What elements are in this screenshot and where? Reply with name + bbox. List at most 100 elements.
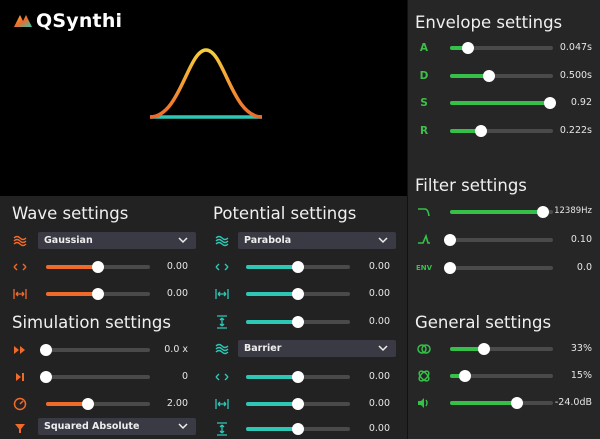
slider-fill <box>246 265 298 269</box>
wave-visualizer: QSynthi <box>0 0 407 196</box>
slider-thumb[interactable] <box>461 42 474 54</box>
slider-thumb[interactable] <box>92 261 104 273</box>
slider-thumb[interactable] <box>292 371 304 383</box>
potential1-type-value: Parabola <box>244 235 292 246</box>
potential2-height-slider[interactable] <box>246 423 350 435</box>
fast-forward-icon <box>12 342 28 358</box>
release-slider[interactable] <box>450 125 553 137</box>
potential2-type-value: Barrier <box>244 343 282 354</box>
slider-thumb[interactable] <box>459 370 472 382</box>
filter-cutoff-value: 12389Hz <box>554 206 592 216</box>
height-icon <box>214 314 230 330</box>
chevron-down-icon <box>178 237 188 244</box>
slider-thumb[interactable] <box>483 70 496 82</box>
slider-fill <box>450 210 543 214</box>
slider-thumb[interactable] <box>40 371 52 383</box>
attack-slider[interactable] <box>450 42 553 54</box>
slider-thumb[interactable] <box>474 125 487 137</box>
filter-cutoff-slider[interactable] <box>450 206 553 218</box>
release-label: R <box>419 125 429 137</box>
slider-fill <box>246 320 298 324</box>
position-icon <box>12 259 28 275</box>
bottom-settings-panel: Wave settings Gaussian 0.00 0.00 Simulat… <box>0 196 407 439</box>
spread-icon <box>416 368 432 384</box>
potential-type-icon <box>214 341 230 357</box>
envelope-settings-title: Envelope settings <box>415 13 563 32</box>
voices-slider[interactable] <box>450 343 553 355</box>
potential1-position-value: 0.00 <box>368 261 390 272</box>
wave-peak <box>149 48 263 119</box>
slider-fill <box>246 427 298 431</box>
wave-type-icon <box>12 233 28 249</box>
slider-fill <box>450 401 517 405</box>
potential1-height-value: 0.00 <box>368 316 390 327</box>
volume-slider[interactable] <box>450 397 553 409</box>
simulation-steps-value: 0 <box>181 371 188 382</box>
simulation-mode-dropdown[interactable]: Squared Absolute <box>38 418 196 435</box>
general-settings-title: General settings <box>415 313 552 332</box>
slider-thumb[interactable] <box>444 234 456 246</box>
potential1-width-value: 0.00 <box>368 288 390 299</box>
decay-value: 0.500s <box>559 70 592 81</box>
slider-thumb[interactable] <box>292 316 304 328</box>
slider-thumb[interactable] <box>292 261 304 273</box>
wave-width-value: 0.00 <box>166 288 188 299</box>
slider-fill <box>46 265 98 269</box>
filter-resonance-slider[interactable] <box>444 234 553 246</box>
simulation-steps-slider[interactable] <box>40 371 150 383</box>
chevron-down-icon <box>378 237 388 244</box>
slider-thumb[interactable] <box>292 423 304 435</box>
potential2-width-slider[interactable] <box>246 398 350 410</box>
width-icon <box>214 286 230 302</box>
simulation-speed-value: 0.0 x <box>164 344 188 355</box>
wave-position-slider[interactable] <box>46 261 150 273</box>
position-icon <box>214 369 230 385</box>
slider-thumb[interactable] <box>81 398 94 410</box>
slider-fill <box>246 292 298 296</box>
filter-env-slider[interactable] <box>444 262 553 274</box>
decay-slider[interactable] <box>450 70 553 82</box>
slider-thumb[interactable] <box>92 288 104 300</box>
simulation-mode-value: Squared Absolute <box>44 421 140 432</box>
wave-width-slider[interactable] <box>46 288 150 300</box>
slider-fill <box>450 101 550 105</box>
wave-type-dropdown[interactable]: Gaussian <box>38 232 196 249</box>
simulation-gain-value: 2.00 <box>166 398 188 409</box>
simulation-gain-slider[interactable] <box>46 398 150 410</box>
slider-thumb[interactable] <box>292 398 304 410</box>
potential1-position-slider[interactable] <box>246 261 350 273</box>
lowpass-icon <box>416 204 432 220</box>
decay-label: D <box>419 70 429 82</box>
filter-funnel-icon <box>12 420 28 436</box>
resonance-icon <box>416 232 432 248</box>
potential2-height-value: 0.00 <box>368 423 390 434</box>
gauge-icon <box>12 396 28 412</box>
potential2-width-value: 0.00 <box>368 398 390 409</box>
potential1-type-dropdown[interactable]: Parabola <box>238 232 396 249</box>
slider-fill <box>246 402 298 406</box>
voices-icon <box>416 341 432 357</box>
potential2-position-slider[interactable] <box>246 371 350 383</box>
wave-position-value: 0.00 <box>166 261 188 272</box>
slider-thumb[interactable] <box>536 206 549 218</box>
sustain-value: 0.92 <box>570 97 592 108</box>
slider-thumb[interactable] <box>444 262 456 274</box>
potential2-type-dropdown[interactable]: Barrier <box>238 340 396 357</box>
potential-settings-title: Potential settings <box>213 204 357 223</box>
potential1-height-slider[interactable] <box>246 316 350 328</box>
attack-label: A <box>419 42 429 54</box>
spread-slider[interactable] <box>450 370 553 382</box>
position-icon <box>214 259 230 275</box>
simulation-speed-slider[interactable] <box>40 344 150 356</box>
voices-value: 33% <box>570 343 592 354</box>
width-icon <box>214 396 230 412</box>
sustain-slider[interactable] <box>450 97 556 109</box>
filter-resonance-value: 0.10 <box>570 234 592 245</box>
slider-thumb[interactable] <box>477 343 490 355</box>
slider-thumb[interactable] <box>292 288 304 300</box>
wave-type-value: Gaussian <box>44 235 93 246</box>
potential1-width-slider[interactable] <box>246 288 350 300</box>
slider-thumb[interactable] <box>510 397 523 409</box>
slider-thumb[interactable] <box>40 344 52 356</box>
chevron-down-icon <box>178 423 188 430</box>
